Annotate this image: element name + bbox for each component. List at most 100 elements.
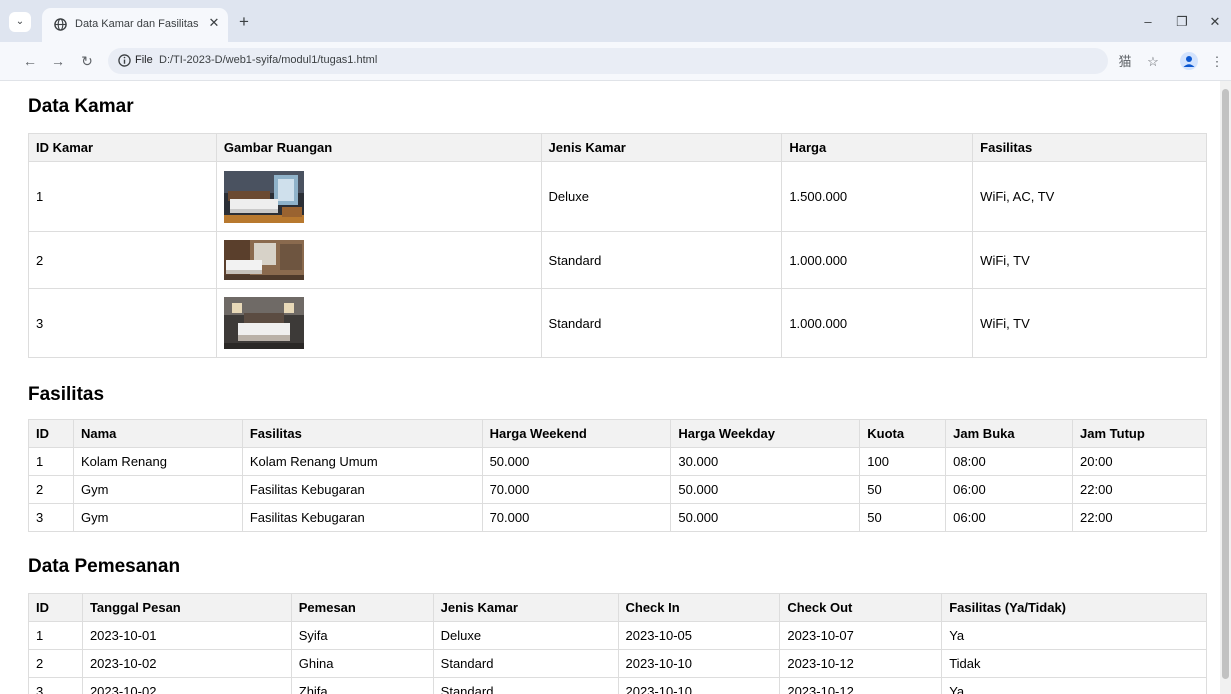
table-cell: 2023-10-10 xyxy=(617,677,781,694)
table-cell: 2023-10-12 xyxy=(779,649,943,678)
forward-button[interactable]: → xyxy=(48,51,68,71)
profile-avatar-icon[interactable] xyxy=(1180,52,1198,70)
bookmark-star-icon[interactable]: ☆ xyxy=(1144,53,1162,71)
info-icon[interactable] xyxy=(118,54,131,67)
pemesanan-header-row: ID Tanggal Pesan Pemesan Jenis Kamar Che… xyxy=(28,593,1207,622)
room-image-standard xyxy=(223,240,304,280)
table-cell: Fasilitas Kebugaran xyxy=(241,475,483,504)
back-button[interactable]: ← xyxy=(20,51,40,71)
table-cell: 2023-10-01 xyxy=(81,621,292,650)
table-cell: 1 xyxy=(28,447,74,476)
kamar-fasilitas-cell: WiFi, TV xyxy=(972,288,1207,358)
kamar-fasilitas-cell: WiFi, TV xyxy=(972,231,1207,289)
table-cell: 2 xyxy=(28,475,74,504)
kamar-image-cell xyxy=(215,288,542,358)
table-cell: Fasilitas Kebugaran xyxy=(241,503,483,532)
table-cell: 30.000 xyxy=(670,447,861,476)
table-cell: Standard xyxy=(432,649,619,678)
table-cell: 50 xyxy=(859,475,947,504)
tab-title: Data Kamar dan Fasilitas xyxy=(75,18,199,30)
kamar-harga-cell: 1.000.000 xyxy=(781,231,974,289)
table-cell: 2023-10-07 xyxy=(779,621,943,650)
table-row: 1 2023-10-01 Syifa Deluxe 2023-10-05 202… xyxy=(28,621,1207,650)
minimize-button[interactable]: – xyxy=(1138,12,1158,32)
table-cell: Tidak xyxy=(941,649,1207,678)
table-cell: Kolam Renang xyxy=(72,447,243,476)
table-cell: Ya xyxy=(941,677,1207,694)
kamar-jenis-cell: Standard xyxy=(540,231,783,289)
page-scrollbar[interactable] xyxy=(1220,81,1231,694)
table-cell: 2 xyxy=(28,649,83,678)
fasilitas-col-nama: Nama xyxy=(72,419,243,448)
table-cell: 50.000 xyxy=(670,475,861,504)
kamar-header-row: ID Kamar Gambar Ruangan Jenis Kamar Harg… xyxy=(28,133,1207,162)
kamar-fasilitas-cell: WiFi, AC, TV xyxy=(972,161,1207,232)
pemesanan-col-tanggal: Tanggal Pesan xyxy=(81,593,292,622)
kamar-harga-cell: 1.000.000 xyxy=(781,288,974,358)
table-cell: Syifa xyxy=(290,621,434,650)
kamar-col-jenis: Jenis Kamar xyxy=(540,133,783,162)
fasilitas-col-harga-weekday: Harga Weekday xyxy=(670,419,861,448)
tab-close-icon[interactable]: ✕ xyxy=(206,15,222,31)
maximize-button[interactable]: ❐ xyxy=(1172,12,1192,32)
table-cell: 2023-10-02 xyxy=(81,649,292,678)
kamar-id-cell: 1 xyxy=(28,161,217,232)
url-scheme-label: File xyxy=(135,54,153,66)
table-cell: 70.000 xyxy=(481,475,672,504)
table-cell: 2023-10-05 xyxy=(617,621,781,650)
url-text[interactable]: D:/TI-2023-D/web1-syifa/modul1/tugas1.ht… xyxy=(159,54,377,66)
scrollbar-thumb[interactable] xyxy=(1222,89,1229,679)
fasilitas-col-jam-buka: Jam Buka xyxy=(945,419,1074,448)
translate-icon[interactable]: 猫 xyxy=(1116,53,1134,71)
fasilitas-col-id: ID xyxy=(28,419,74,448)
table-cell: 3 xyxy=(28,503,74,532)
table-cell: 70.000 xyxy=(481,503,672,532)
reload-button[interactable]: ↻ xyxy=(77,51,97,71)
table-cell: 100 xyxy=(859,447,947,476)
pemesanan-col-jenis: Jenis Kamar xyxy=(432,593,619,622)
table-cell: 2023-10-02 xyxy=(81,677,292,694)
fasilitas-col-kuota: Kuota xyxy=(859,419,947,448)
table-cell: 2023-10-12 xyxy=(779,677,943,694)
table-row: 3 Gym Fasilitas Kebugaran 70.000 50.000 … xyxy=(28,503,1207,532)
kamar-image-cell xyxy=(215,161,542,232)
kamar-col-gambar: Gambar Ruangan xyxy=(215,133,542,162)
table-cell: 22:00 xyxy=(1072,503,1207,532)
more-menu-icon[interactable]: ⋮ xyxy=(1208,53,1226,71)
tab-strip: ⌄ Data Kamar dan Fasilitas ✕ + – ❐ ✕ xyxy=(0,0,1231,42)
room-image-deluxe xyxy=(223,170,304,223)
table-cell: Standard xyxy=(432,677,619,694)
window-close-button[interactable]: ✕ xyxy=(1205,12,1225,32)
table-row: 3 Standard 1.000.000 WiFi, TV xyxy=(28,288,1207,358)
kamar-id-cell: 3 xyxy=(28,288,217,358)
kamar-table: ID Kamar Gambar Ruangan Jenis Kamar Harg… xyxy=(28,133,1207,358)
pemesanan-table: ID Tanggal Pesan Pemesan Jenis Kamar Che… xyxy=(28,593,1207,694)
chevron-down-icon: ⌄ xyxy=(15,16,25,27)
tab-active[interactable]: Data Kamar dan Fasilitas ✕ xyxy=(42,8,228,42)
fasilitas-table: ID Nama Fasilitas Harga Weekend Harga We… xyxy=(28,419,1207,532)
table-cell: 22:00 xyxy=(1072,475,1207,504)
tab-search-button[interactable]: ⌄ xyxy=(9,12,31,32)
table-row: 3 2023-10-02 Zhifa Standard 2023-10-10 2… xyxy=(28,677,1207,694)
table-row: 1 Deluxe 1.500.000 WiFi, AC, TV xyxy=(28,161,1207,232)
table-cell: Gym xyxy=(72,475,243,504)
table-cell: 08:00 xyxy=(945,447,1074,476)
table-cell: Zhifa xyxy=(290,677,434,694)
table-cell: 50.000 xyxy=(670,503,861,532)
table-cell: Kolam Renang Umum xyxy=(241,447,483,476)
kamar-image-cell xyxy=(215,231,542,289)
kamar-heading: Data Kamar xyxy=(28,96,134,117)
kamar-col-harga: Harga xyxy=(781,133,974,162)
kamar-id-cell: 2 xyxy=(28,231,217,289)
pemesanan-col-fasilitas: Fasilitas (Ya/Tidak) xyxy=(941,593,1207,622)
table-cell: Gym xyxy=(72,503,243,532)
address-bar[interactable]: File D:/TI-2023-D/web1-syifa/modul1/tuga… xyxy=(108,48,1108,74)
pemesanan-heading: Data Pemesanan xyxy=(28,556,181,577)
kamar-col-id: ID Kamar xyxy=(28,133,217,162)
globe-icon xyxy=(54,18,67,31)
table-cell: 2023-10-10 xyxy=(617,649,781,678)
new-tab-button[interactable]: + xyxy=(234,13,254,33)
pemesanan-col-checkout: Check Out xyxy=(779,593,943,622)
table-cell: 1 xyxy=(28,621,83,650)
pemesanan-col-pemesan: Pemesan xyxy=(290,593,434,622)
